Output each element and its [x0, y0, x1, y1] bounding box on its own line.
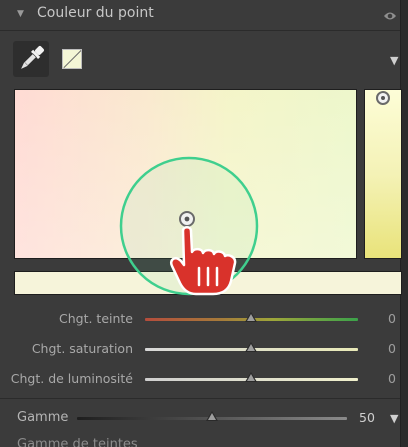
range-slider-row: Gamme 50 ▼: [0, 408, 400, 428]
header-divider: [0, 30, 400, 31]
panel-title: Couleur du point: [37, 5, 154, 21]
eyedropper-icon: [21, 46, 44, 69]
range-value[interactable]: 50: [359, 410, 375, 425]
saturation-shift-label: Chgt. saturation: [31, 341, 133, 356]
eyedropper-button[interactable]: [13, 41, 49, 77]
selected-color-preview: [14, 271, 402, 295]
range-thumb[interactable]: [206, 411, 218, 421]
saturation-shift-slider-row: Chgt. saturation 0: [0, 339, 400, 359]
hue-shift-slider-row: Chgt. teinte 0: [0, 309, 400, 329]
range-label: Gamme: [17, 410, 69, 425]
triangle-down-icon[interactable]: ▼: [17, 9, 24, 19]
range-menu-arrow-icon[interactable]: ▼: [390, 412, 398, 425]
color-range-field[interactable]: [14, 89, 357, 259]
panel-header[interactable]: ▼ Couleur du point: [0, 0, 400, 30]
section-divider: [0, 398, 400, 399]
point-color-panel: ▼ Couleur du point ▼ Chgt. teinte 0 Chgt…: [0, 0, 408, 447]
strip-handle[interactable]: [376, 91, 390, 105]
swatch-menu-arrow-icon[interactable]: ▼: [390, 54, 398, 67]
hue-shift-label: Chgt. teinte: [58, 311, 133, 326]
luminance-strip[interactable]: [364, 89, 402, 259]
luminance-shift-label: Chgt. de luminosité: [10, 371, 133, 386]
sampled-color-swatch[interactable]: [62, 49, 82, 69]
luminance-shift-value[interactable]: 0: [388, 371, 396, 386]
luminance-shift-slider-row: Chgt. de luminosité 0: [0, 369, 400, 389]
saturation-shift-thumb[interactable]: [245, 342, 257, 352]
hue-shift-value[interactable]: 0: [388, 311, 396, 326]
hue-range-label: Gamme de teintes: [17, 437, 138, 447]
luminance-shift-thumb[interactable]: [245, 372, 257, 382]
hue-shift-thumb[interactable]: [245, 312, 257, 322]
eye-icon[interactable]: [383, 7, 397, 26]
saturation-shift-value[interactable]: 0: [388, 341, 396, 356]
